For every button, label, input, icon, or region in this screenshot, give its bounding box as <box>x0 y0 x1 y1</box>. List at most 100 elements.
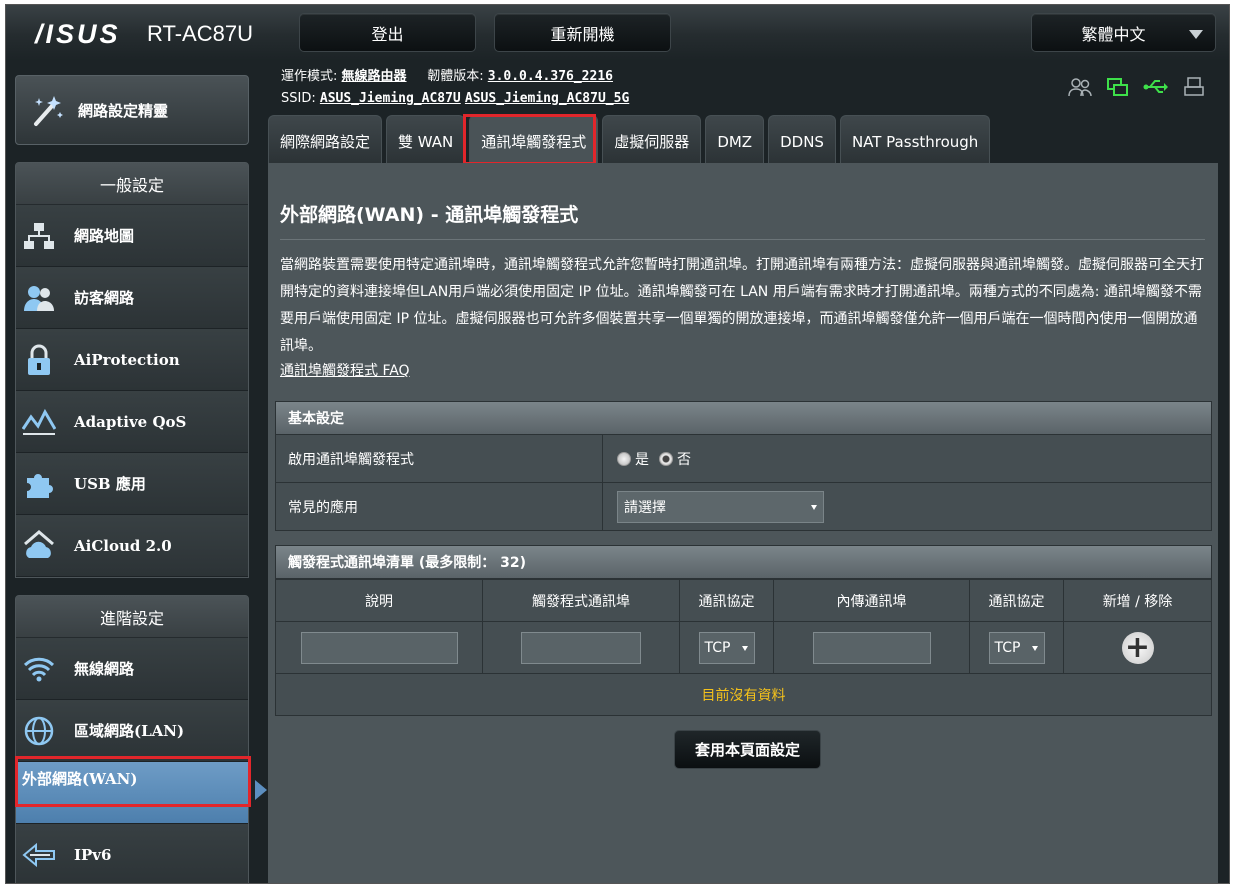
app-label: 常見的應用 <box>276 483 603 530</box>
faq-link[interactable]: 通訊埠觸發程式 FAQ <box>280 360 410 380</box>
sidebar-item-label: AiProtection <box>74 350 180 369</box>
wifi-icon <box>22 652 56 686</box>
trigger-protocol-select[interactable]: TCP <box>698 631 755 664</box>
protocol-cell-2: TCP <box>969 621 1064 674</box>
main-panel: 外部網路(WAN) - 通訊埠觸發程式 當網路裝置需要使用特定通訊埠時，通訊埠觸… <box>268 163 1218 884</box>
tab-dmz[interactable]: DMZ <box>705 115 765 167</box>
col-description: 說明 <box>275 579 483 622</box>
sidebar-item-label: 網路地圖 <box>74 227 135 245</box>
reboot-button[interactable]: 重新開機 <box>494 13 671 52</box>
language-label: 繁體中文 <box>1081 24 1146 44</box>
dropdown-arrow-icon <box>811 504 817 510</box>
tab-virtual-server[interactable]: 虛擬伺服器 <box>602 115 702 167</box>
enable-no-label: 否 <box>677 451 691 468</box>
incoming-port-cell <box>773 621 970 674</box>
incoming-protocol-select[interactable]: TCP <box>988 631 1045 664</box>
sidebar-item-ipv6[interactable]: IPv6 <box>16 824 248 884</box>
incoming-port-input[interactable] <box>812 631 931 664</box>
printer-icon[interactable] <box>1181 76 1207 98</box>
enable-row: 啟用通訊埠觸發程式 是 否 <box>275 435 1212 483</box>
network-icon[interactable] <box>1105 76 1131 98</box>
col-trigger-port: 觸發程式通訊埠 <box>482 579 680 622</box>
network-map-icon <box>22 219 56 253</box>
ssid-24g-link[interactable]: ASUS_Jieming_AC87U <box>320 91 461 106</box>
common-app-select[interactable]: 請選擇 <box>617 490 824 523</box>
clients-icon[interactable] <box>1067 76 1093 98</box>
enable-no-radio[interactable] <box>659 451 673 466</box>
sidebar-item-label: 訪客網路 <box>74 289 135 307</box>
status-icons <box>1067 76 1207 98</box>
active-menu-pointer <box>255 780 267 800</box>
add-icon[interactable]: + <box>1121 631 1154 664</box>
model-name: RT-AC87U <box>147 21 253 46</box>
dropdown-arrow-icon <box>741 645 748 651</box>
input-row: TCP TCP + <box>275 621 1212 674</box>
puzzle-icon <box>22 467 56 501</box>
trigger-list-header: 觸發程式通訊埠清單 (最多限制： 32) <box>275 545 1212 579</box>
guest-users-icon <box>22 281 56 315</box>
tab-nat-passthrough[interactable]: NAT Passthrough <box>839 115 991 167</box>
magic-wand-icon <box>34 96 63 126</box>
sidebar-item-label: IPv6 <box>74 845 112 864</box>
sidebar-item-label: 區域網路(LAN) <box>74 722 185 740</box>
ssid-5g-link[interactable]: ASUS_Jieming_AC87U_5G <box>465 91 629 106</box>
description-input[interactable] <box>300 631 458 664</box>
apply-button[interactable]: 套用本頁面設定 <box>674 730 821 769</box>
mode-link[interactable]: 無線路由器 <box>342 69 407 84</box>
tab-internet[interactable]: 網際網路設定 <box>268 115 383 167</box>
firmware-label: 韌體版本: <box>427 69 484 84</box>
app-row: 常見的應用 請選擇 <box>275 483 1212 531</box>
sidebar-item-guest-network[interactable]: 訪客網路 <box>16 267 248 329</box>
sidebar-item-usb[interactable]: USB 應用 <box>16 453 248 515</box>
sidebar-item-network-map[interactable]: 網路地圖 <box>16 205 248 267</box>
sidebar-item-wireless[interactable]: 無線網路 <box>16 638 248 700</box>
common-app-value: 請選擇 <box>624 499 666 516</box>
language-select[interactable]: 繁體中文 <box>1031 13 1216 52</box>
page-description: 當網路裝置需要使用特定通訊埠時，通訊埠觸發程式允許您暫時打開通訊埠。打開通訊埠有… <box>280 257 1204 354</box>
sidebar-item-aiprotection[interactable]: AiProtection <box>16 329 248 391</box>
router-window: /ISUS RT-AC87U 登出 重新開機 繁體中文 網路設定精靈 一般設定 <box>5 4 1230 884</box>
mode-label: 運作模式: <box>281 69 338 84</box>
qos-graph-icon <box>22 405 56 439</box>
sidebar-item-label: USB 應用 <box>74 475 146 493</box>
asus-logo: /ISUS <box>35 19 121 49</box>
trigger-grid: 說明 觸發程式通訊埠 通訊協定 內傳通訊埠 通訊協定 新增 / 移除 TCP T… <box>275 579 1212 674</box>
tab-ddns[interactable]: DDNS <box>768 115 836 167</box>
highlight-port-trigger-tab <box>463 114 596 165</box>
logout-button[interactable]: 登出 <box>299 13 476 52</box>
protocol-cell: TCP <box>679 621 774 674</box>
app-cell: 請選擇 <box>603 483 1211 530</box>
column-headers: 說明 觸發程式通訊埠 通訊協定 內傳通訊埠 通訊協定 新增 / 移除 <box>275 579 1212 622</box>
lock-icon <box>22 343 56 377</box>
cloud-home-icon <box>22 529 56 563</box>
usb-icon[interactable] <box>1143 76 1169 98</box>
col-incoming-port: 內傳通訊埠 <box>773 579 970 622</box>
ssid-label: SSID: <box>281 91 316 106</box>
sidebar-item-label: AiCloud 2.0 <box>74 536 172 555</box>
page-title: 外部網路(WAN) - 通訊埠觸發程式 <box>280 204 579 226</box>
advanced-settings-group: 進階設定 無線網路 區域網路(LAN) 外部網路(WAN) IPv6 <box>15 595 249 884</box>
trigger-port-input[interactable] <box>521 631 641 664</box>
col-protocol-2: 通訊協定 <box>969 579 1064 622</box>
trigger-protocol-value: TCP <box>704 639 731 656</box>
basic-settings-header: 基本設定 <box>275 401 1212 435</box>
basic-settings-table: 基本設定 啟用通訊埠觸發程式 是 否 常見的應用 請選擇 <box>275 401 1212 531</box>
sidebar-item-lan[interactable]: 區域網路(LAN) <box>16 700 248 762</box>
incoming-protocol-value: TCP <box>994 639 1021 656</box>
tab-bar: 網際網路設定 雙 WAN 通訊埠觸發程式 虛擬伺服器 DMZ DDNS NAT … <box>268 115 991 167</box>
globe-icon <box>22 714 56 748</box>
col-protocol: 通訊協定 <box>679 579 774 622</box>
tab-dual-wan[interactable]: 雙 WAN <box>386 115 466 167</box>
quick-setup-button[interactable]: 網路設定精靈 <box>15 75 249 145</box>
firmware-link[interactable]: 3.0.0.4.376_2216 <box>488 69 613 84</box>
trigger-list-table: 觸發程式通訊埠清單 (最多限制： 32) 說明 觸發程式通訊埠 通訊協定 內傳通… <box>275 545 1212 716</box>
ipv6-arrows-icon <box>22 838 56 872</box>
enable-yes-radio[interactable] <box>617 451 631 466</box>
chevron-down-icon <box>1189 30 1203 39</box>
sidebar-item-adaptive-qos[interactable]: Adaptive QoS <box>16 391 248 453</box>
highlight-wan-menu <box>15 756 251 807</box>
router-info: 運作模式: 無線路由器 韌體版本: 3.0.0.4.376_2216 SSID:… <box>281 66 629 110</box>
sidebar-item-aicloud[interactable]: AiCloud 2.0 <box>16 515 248 577</box>
quick-setup-label: 網路設定精靈 <box>78 101 169 120</box>
top-bar: /ISUS RT-AC87U 登出 重新開機 繁體中文 <box>5 4 1230 61</box>
